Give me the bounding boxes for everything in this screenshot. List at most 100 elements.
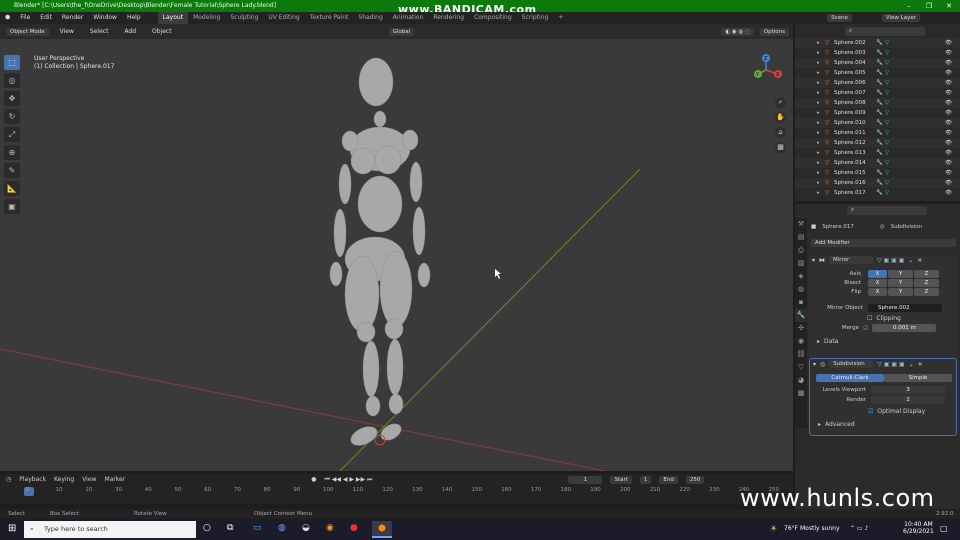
measure-icon[interactable]: 📐 [4,181,20,196]
mesh-data-icon[interactable]: ▽ [885,80,945,86]
tab-texture-paint[interactable]: Texture Paint [305,12,354,24]
axis-x-toggle[interactable]: X [868,270,887,278]
tab-layout[interactable]: Layout [157,12,189,24]
close-button[interactable]: ✕ [940,0,958,12]
pan-hand-icon[interactable]: ✋ [775,112,786,123]
shading-solid-icon[interactable]: ◐ ◉ ◍ ◌ [721,27,754,36]
tab-uv-editing[interactable]: UV Editing [263,12,304,24]
mesh-data-icon[interactable]: ▽ [885,190,945,196]
advanced-subpanel[interactable]: ▸ Advanced [810,421,956,428]
mesh-data-icon[interactable]: ▽ [885,70,945,76]
outliner-row[interactable]: ▸ ▽ Sphere.003 🔧 ▽ 👁 [795,48,960,58]
collapse-chevron-icon[interactable]: ▾ [812,257,815,264]
mesh-data-icon[interactable]: ▽ [885,130,945,136]
tab-shading[interactable]: Shading [353,12,387,24]
mesh-data-icon[interactable]: ▽ [885,40,945,46]
outliner-row[interactable]: ▸ ▽ Sphere.012 🔧 ▽ 👁 [795,138,960,148]
view-layer-selector[interactable]: View Layer [881,14,920,22]
viewport-menu-view[interactable]: View [55,26,79,38]
timeline-editor-icon[interactable]: ◷ [6,476,11,483]
playback-controls-icon[interactable]: ⏮ ◀◀ ◀ ▶ ▶▶ ⏭ [324,476,372,484]
expand-icon[interactable]: ▸ [817,110,825,116]
tab-modeling[interactable]: Modeling [188,12,225,24]
modifier-wrench-icon[interactable]: 🔧 [876,130,885,136]
outliner-row[interactable]: ▸ ▽ Sphere.009 🔧 ▽ 👁 [795,108,960,118]
mirror-name-field[interactable]: Mirror [829,256,874,264]
clipping-checkbox[interactable]: ☐ [867,315,872,322]
tab-animation[interactable]: Animation [388,12,429,24]
tab-sculpting[interactable]: Sculpting [225,12,263,24]
modifier-wrench-icon[interactable]: 🔧 [876,140,885,146]
tab-rendering[interactable]: Rendering [428,12,469,24]
outliner-row[interactable]: ▸ ▽ Sphere.010 🔧 ▽ 👁 [795,118,960,128]
object-tab-icon[interactable]: ▪ [795,296,807,309]
marker-menu[interactable]: Marker [104,476,125,483]
transform-icon[interactable]: ⊕ [4,145,20,160]
outliner-row[interactable]: ▸ ▽ Sphere.011 🔧 ▽ 👁 [795,128,960,138]
camera-icon[interactable]: ⌂ [775,127,786,138]
mode-selector[interactable]: Object Mode [6,27,49,36]
annotate-icon[interactable]: ✎ [4,163,20,178]
mesh-data-icon[interactable]: ▽ [885,60,945,66]
tool-tab-icon[interactable]: ⚒ [795,218,807,231]
file-explorer-icon[interactable]: ▭ [253,523,262,533]
menu-help[interactable]: Help [122,12,146,24]
modifier-wrench-icon[interactable]: 🔧 [876,150,885,156]
outliner-row[interactable]: ▸ ▽ Sphere.016 🔧 ▽ 👁 [795,178,960,188]
current-frame-field[interactable]: 1 [568,475,603,484]
add-cube-icon[interactable]: ▣ [4,199,20,214]
outliner-row[interactable]: ▸ ▽ Sphere.007 🔧 ▽ 👁 [795,88,960,98]
texture-tab-icon[interactable]: ▩ [795,387,807,400]
catmull-clark-toggle[interactable]: Catmull-Clark [816,374,884,382]
cortana-icon[interactable]: ○ [203,523,211,533]
tray-icons[interactable]: ⌃ ▭ ♪ [850,525,868,532]
frame-ruler[interactable]: 0 10 20 30 40 50 60 70 80 90 100 110 120 130 140 150 160… [0,487,793,497]
merge-distance-field[interactable]: 0.001 m [872,324,937,332]
scene-tab-icon[interactable]: ◈ [795,270,807,283]
visibility-eye-icon[interactable]: 👁 [945,160,952,166]
visibility-eye-icon[interactable]: 👁 [945,130,952,136]
properties-search-icon[interactable]: ⌕ [847,205,927,215]
render-tab-icon[interactable]: ▤ [795,231,807,244]
bisect-z-toggle[interactable]: Z [914,279,939,287]
mesh-data-icon[interactable]: ▽ [885,110,945,116]
outliner-row[interactable]: ▸ ▽ Sphere.017 🔧 ▽ 👁 [795,188,960,198]
move-icon[interactable]: ✥ [4,91,20,106]
outliner-row[interactable]: ▸ ▽ Sphere.015 🔧 ▽ 👁 [795,168,960,178]
transform-orientation[interactable]: Global [388,27,415,36]
expand-icon[interactable]: ▸ [817,70,825,76]
outliner-row[interactable]: ▸ ▽ Sphere.008 🔧 ▽ 👁 [795,98,960,108]
app-icon[interactable]: ◍ [278,523,286,533]
physics-tab-icon[interactable]: ◉ [795,335,807,348]
modifier-wrench-icon[interactable]: 🔧 [876,50,885,56]
collapse-chevron-icon[interactable]: ▾ [813,361,816,368]
merge-checkbox[interactable]: ☑ [863,325,868,332]
rotate-icon[interactable]: ↻ [4,109,20,124]
viewport-menu-select[interactable]: Select [85,26,114,38]
expand-icon[interactable]: ▸ [817,120,825,126]
visibility-eye-icon[interactable]: 👁 [945,40,952,46]
mesh-data-icon[interactable]: ▽ [885,140,945,146]
options-menu[interactable]: Options [759,27,789,36]
material-tab-icon[interactable]: ◕ [795,374,807,387]
world-tab-icon[interactable]: ◍ [795,283,807,296]
bisect-y-toggle[interactable]: Y [888,279,913,287]
keying-menu[interactable]: Keying [54,476,74,483]
start-frame-field[interactable]: 1 [639,475,652,484]
bisect-x-toggle[interactable]: X [868,279,887,287]
levels-viewport-field[interactable]: 3 [871,386,945,394]
outliner-row[interactable]: ▸ ▽ Sphere.014 🔧 ▽ 👁 [795,158,960,168]
mesh-data-icon[interactable]: ▽ [885,180,945,186]
expand-icon[interactable]: ▸ [817,140,825,146]
axis-z-toggle[interactable]: Z [914,270,939,278]
modifier-wrench-icon[interactable]: 🔧 [876,160,885,166]
flip-x-toggle[interactable]: X [868,288,887,296]
menu-render[interactable]: Render [57,12,88,24]
visibility-eye-icon[interactable]: 👁 [945,140,952,146]
zoom-icon[interactable]: ⌕ [775,97,786,108]
menu-edit[interactable]: Edit [35,12,57,24]
axis-y-toggle[interactable]: Y [888,270,913,278]
scene-selector[interactable]: Scene [827,14,852,22]
optimal-display-checkbox[interactable]: ☑ [868,408,873,415]
expand-icon[interactable]: ▸ [817,160,825,166]
